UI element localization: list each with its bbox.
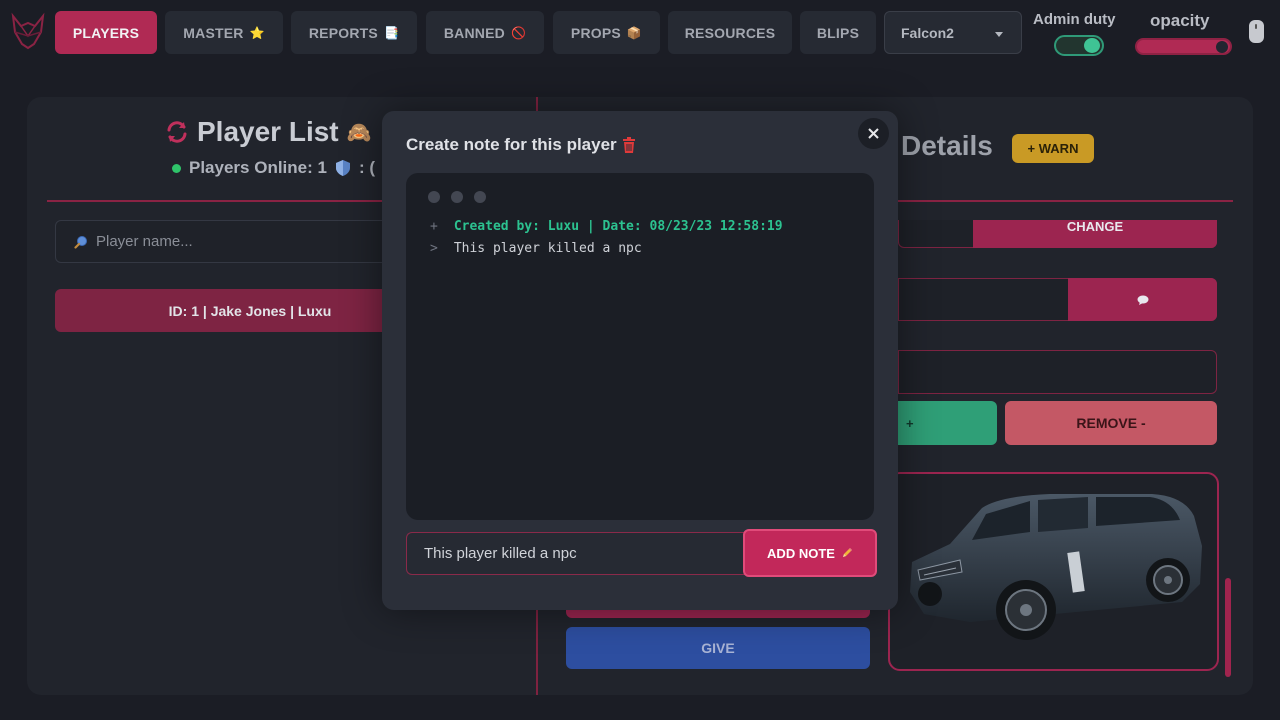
- warn-button[interactable]: + WARN: [1012, 134, 1094, 163]
- opacity-label: opacity: [1150, 11, 1210, 30]
- package-icon: 📦: [626, 25, 643, 40]
- player-list-item[interactable]: ID: 1 | Jake Jones | Luxu: [55, 289, 395, 332]
- add-button[interactable]: +: [898, 401, 997, 445]
- trash-icon[interactable]: [622, 136, 636, 154]
- add-note-button[interactable]: ADD NOTE: [743, 529, 877, 577]
- notes-terminal: + Created by: Luxu | Date: 08/23/23 12:5…: [406, 173, 874, 520]
- tab-master[interactable]: MASTER ⭐: [165, 11, 283, 54]
- note-input[interactable]: This player killed a npc: [406, 532, 746, 575]
- see-no-evil-monkey-icon: 🙈: [346, 121, 372, 144]
- dot-icon: [428, 191, 440, 203]
- shield-icon: [335, 160, 350, 176]
- tab-label: BLIPS: [816, 24, 860, 41]
- select-value: Falcon2: [901, 24, 954, 41]
- mouse-icon[interactable]: [1249, 20, 1264, 43]
- slider-thumb[interactable]: [1216, 41, 1228, 53]
- note-input-value: This player killed a npc: [424, 545, 577, 562]
- dot-icon: [474, 191, 486, 203]
- change-button[interactable]: CHANGE: [973, 220, 1217, 248]
- tab-label: PROPS: [570, 24, 621, 41]
- suv-car-image: [910, 494, 1202, 640]
- search-placeholder: Player name...: [96, 233, 193, 250]
- admin-duty-label: Admin duty: [1033, 11, 1116, 28]
- search-icon: [74, 235, 87, 249]
- server-select[interactable]: Falcon2: [884, 11, 1022, 54]
- tab-resources[interactable]: RESOURCES: [668, 11, 792, 54]
- add-note-label: ADD NOTE: [767, 545, 835, 561]
- player-search-input[interactable]: Player name...: [55, 220, 395, 263]
- give-button[interactable]: GIVE: [566, 627, 870, 669]
- players-online-status: Players Online: 1 : (: [172, 158, 375, 178]
- tab-reports[interactable]: REPORTS 📑: [291, 11, 417, 54]
- modal-title-text: Create note for this player: [406, 135, 617, 154]
- send-message-button[interactable]: [1068, 278, 1217, 321]
- prohibited-icon: 🚫: [510, 25, 527, 40]
- close-icon: [868, 128, 879, 139]
- star-icon: ⭐: [249, 25, 265, 40]
- modal-title: Create note for this player: [406, 135, 636, 155]
- player-row-label: ID: 1 | Jake Jones | Luxu: [168, 302, 332, 319]
- players-online-text: Players Online: 1: [189, 158, 327, 177]
- line-prefix: +: [430, 219, 438, 234]
- note-text: This player killed a npc: [453, 241, 642, 256]
- chevron-down-icon: [995, 32, 1003, 37]
- create-note-modal: Create note for this player + Created by…: [382, 111, 898, 610]
- toggle-knob: [1084, 38, 1100, 53]
- window-dots: [428, 191, 486, 203]
- divider: [898, 200, 1233, 202]
- tab-label: REPORTS: [308, 24, 378, 41]
- player-list-header: Player List 🙈: [165, 116, 372, 148]
- page-title: Player List: [197, 116, 339, 147]
- note-meta: Created by: Luxu | Date: 08/23/23 12:58:…: [453, 219, 783, 234]
- opacity-slider[interactable]: [1135, 38, 1232, 55]
- document-icon: 📑: [383, 25, 400, 40]
- details-title: Details: [901, 130, 993, 161]
- pencil-icon: [842, 548, 852, 557]
- tab-players[interactable]: PLAYERS: [55, 11, 157, 54]
- remove-button[interactable]: REMOVE -: [1005, 401, 1217, 445]
- close-button[interactable]: [858, 118, 889, 149]
- tab-props[interactable]: PROPS 📦: [553, 11, 660, 54]
- fox-logo-icon: [11, 12, 45, 50]
- tab-label: PLAYERS: [72, 24, 140, 41]
- online-dot-icon: [172, 163, 181, 173]
- refresh-icon[interactable]: [165, 120, 189, 144]
- tab-label: MASTER: [183, 24, 244, 41]
- speech-bubble-icon: [1137, 295, 1148, 305]
- tab-label: BANNED: [443, 24, 505, 41]
- line-prefix: >: [430, 241, 438, 256]
- note-meta-line: + Created by: Luxu | Date: 08/23/23 12:5…: [430, 219, 783, 234]
- dot-icon: [451, 191, 463, 203]
- vehicle-preview: [888, 472, 1219, 671]
- scrollbar[interactable]: [1225, 578, 1231, 677]
- note-text-line: > This player killed a npc: [430, 241, 642, 256]
- amount-field[interactable]: [898, 350, 1217, 394]
- tab-label: RESOURCES: [684, 24, 776, 41]
- admin-duty-toggle[interactable]: [1054, 35, 1104, 56]
- tab-banned[interactable]: BANNED 🚫: [426, 11, 544, 54]
- tab-blips[interactable]: BLIPS: [800, 11, 876, 54]
- admin-count-text: : (: [358, 158, 375, 177]
